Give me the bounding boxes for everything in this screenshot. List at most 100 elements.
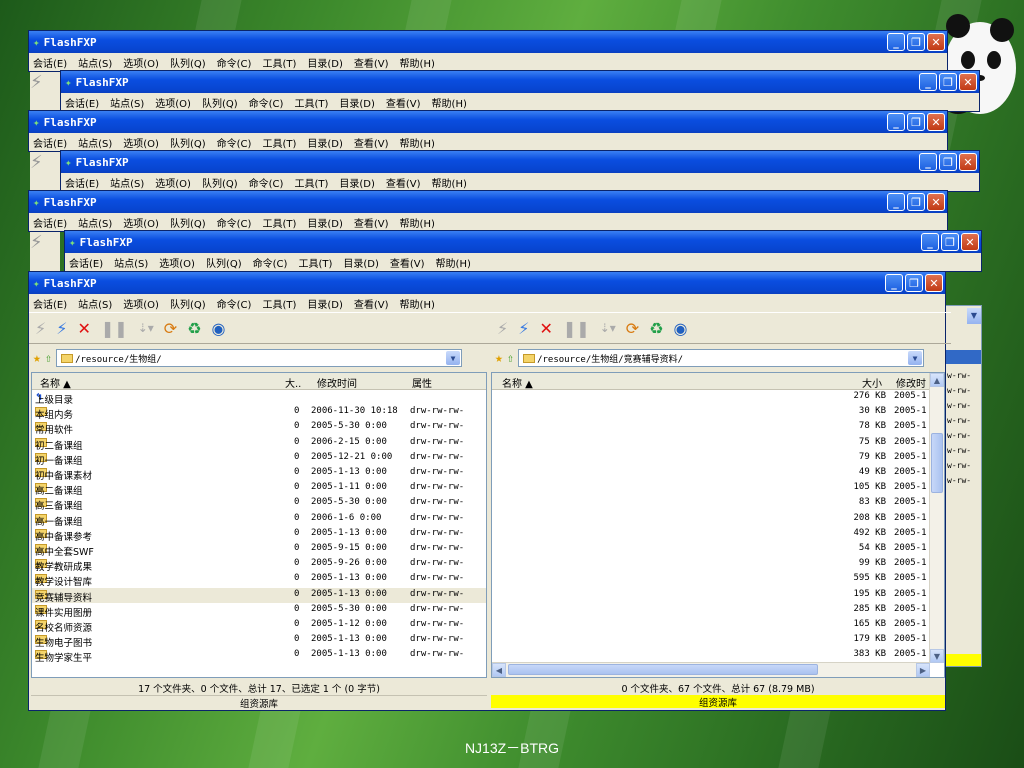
menu-item[interactable]: 命令(C) [217, 296, 252, 311]
menu-item[interactable]: 帮助(H) [432, 95, 467, 110]
table-row[interactable]: 教学教研成果 0 2005-9-26 0:00 drw-rw-rw- [32, 557, 486, 573]
table-row[interactable]: 生物竞赛辅导与练习第二章：生命的物质基础.zip99 KB2005-1 [492, 557, 944, 572]
restore-button[interactable]: ❐ [907, 193, 925, 211]
window-titlebar[interactable]: ✦ FlashFXP _ ❐ ✕ [29, 272, 945, 294]
table-row[interactable]: 高中备课参考 0 2005-1-13 0:00 drw-rw-rw- [32, 527, 486, 543]
table-row[interactable]: 高中全套SWF 0 2005-9-15 0:00 drw-rw-rw- [32, 542, 486, 558]
sync-icon[interactable]: ♻ [187, 319, 201, 338]
table-row[interactable]: 生物竞赛辅导每周一练(06).rar79 KB2005-1 [492, 451, 944, 466]
menu-item[interactable]: 帮助(H) [400, 296, 435, 311]
minimize-button[interactable]: _ [887, 113, 905, 131]
menu-item[interactable]: 会话(E) [33, 135, 67, 150]
window-titlebar[interactable]: ✦ FlashFXP _ ❐ ✕ [29, 191, 947, 213]
restore-button[interactable]: ❐ [941, 233, 959, 251]
connect-icon[interactable]: ⚡ [30, 232, 60, 272]
close-button[interactable]: ✕ [927, 33, 945, 51]
menu-item[interactable]: 队列(Q) [170, 296, 206, 311]
scroll-right-icon[interactable]: ▶ [916, 663, 930, 677]
table-row[interactable]: 生物竞赛辅导与练习第三章：生命的基本单位细胞.zip165 KB2005-1 [492, 618, 944, 633]
table-row[interactable]: 生物竞赛辅导每周一练(05).rar75 KB2005-1 [492, 436, 944, 451]
column-name[interactable]: 名称 ▲ [40, 375, 71, 390]
table-row[interactable]: 生物竞赛辅导与练习第九章：生物的多样性.zip595 KB2005-1 [492, 572, 944, 587]
restore-button[interactable]: ❐ [939, 73, 957, 91]
connect-icon[interactable]: ⚡ [30, 152, 60, 192]
menu-item[interactable]: 会话(E) [69, 255, 103, 270]
chevron-down-icon[interactable]: ▼ [446, 351, 461, 365]
table-row[interactable]: 生物竞赛辅导与练习第六章：生物的生殖和发育.zip195 KB2005-1 [492, 588, 944, 603]
menu-item[interactable]: 目录(D) [307, 135, 343, 150]
close-button[interactable]: ✕ [927, 113, 945, 131]
close-button[interactable]: ✕ [959, 153, 977, 171]
table-row[interactable]: 生物竞赛辅导每周一练(02).rar276 KB2005-1 [492, 390, 944, 405]
window-titlebar[interactable]: ✦ FlashFXP _ ❐ ✕ [29, 31, 947, 53]
menu-item[interactable]: 会话(E) [33, 296, 67, 311]
column-attributes[interactable]: 属性 [412, 375, 432, 390]
favorites-star-icon[interactable]: ★ [495, 351, 503, 366]
chevron-down-icon[interactable]: ▼ [908, 351, 923, 365]
table-row[interactable]: 常用软件 0 2005-5-30 0:00 drw-rw-rw- [32, 420, 486, 436]
menu-item[interactable]: 站点(S) [110, 95, 144, 110]
local-file-list[interactable]: 名称 ▲ 大.. 修改时间 属性 ↰ 上级目录 本组内务 0 2006-11-30 10… [31, 372, 487, 678]
minimize-button[interactable]: _ [919, 73, 937, 91]
restore-button[interactable]: ❐ [907, 33, 925, 51]
table-row[interactable]: 生物竞赛辅导每周一练(08).rar105 KB2005-1 [492, 481, 944, 496]
menu-item[interactable]: 查看(V) [386, 95, 421, 110]
menu-item[interactable]: 会话(E) [33, 55, 67, 70]
menu-item[interactable]: 站点(S) [78, 135, 112, 150]
menu-item[interactable]: 命令(C) [253, 255, 288, 270]
background-window[interactable]: ✦ FlashFXP _ ❐ ✕ 会话(E) 站点(S) 选项(O) 队列(Q) 命令(C) 工… [28, 190, 948, 232]
menu-item[interactable]: 目录(D) [307, 55, 343, 70]
menu-item[interactable]: 队列(Q) [202, 175, 238, 190]
table-row[interactable]: 生物竞赛辅导每周一练(03).rar30 KB2005-1 [492, 405, 944, 420]
pause-icon[interactable]: ❚❚ [563, 319, 590, 338]
menu-item[interactable]: 目录(D) [307, 215, 343, 230]
column-modified[interactable]: 修改时间 [317, 375, 357, 390]
menu-item[interactable]: 工具(T) [262, 296, 296, 311]
right-path-input[interactable]: /resource/生物组/竞赛辅导资料/ ▼ [518, 349, 925, 367]
menu-item[interactable]: 工具(T) [298, 255, 332, 270]
horizontal-scrollbar[interactable]: ◀ ▶ [492, 662, 930, 677]
table-row[interactable]: 高二备课组 0 2005-1-11 0:00 drw-rw-rw- [32, 481, 486, 497]
table-row[interactable]: 教学设计智库 0 2005-1-13 0:00 drw-rw-rw- [32, 572, 486, 588]
menu-item[interactable]: 选项(O) [123, 135, 159, 150]
menu-item[interactable]: 帮助(H) [400, 55, 435, 70]
menu-item[interactable]: 工具(T) [262, 215, 296, 230]
refresh-folder-icon[interactable]: ⟳ [626, 319, 639, 338]
quick-connect-icon[interactable]: ⚡ [518, 319, 529, 338]
menu-item[interactable]: 帮助(H) [432, 175, 467, 190]
menu-item[interactable]: 查看(V) [354, 55, 389, 70]
parent-folder-icon[interactable]: ⇧ [507, 351, 514, 365]
table-row[interactable]: 生物竞赛辅导与练习第十二章：科学实验的一般原理和方法.zip179 KB2005… [492, 633, 944, 648]
menu-item[interactable]: 目录(D) [339, 95, 375, 110]
menu-item[interactable]: 站点(S) [78, 215, 112, 230]
menu-item[interactable]: 帮助(H) [436, 255, 471, 270]
menu-item[interactable]: 站点(S) [78, 55, 112, 70]
minimize-button[interactable]: _ [885, 274, 903, 292]
menu-item[interactable]: 站点(S) [114, 255, 148, 270]
minimize-button[interactable]: _ [887, 193, 905, 211]
menu-item[interactable]: 查看(V) [386, 175, 421, 190]
quick-connect-icon[interactable]: ⚡ [56, 319, 67, 338]
menu-item[interactable]: 队列(Q) [170, 215, 206, 230]
minimize-button[interactable]: _ [887, 33, 905, 51]
menu-item[interactable]: 目录(D) [339, 175, 375, 190]
menu-item[interactable]: 站点(S) [110, 175, 144, 190]
favorites-star-icon[interactable]: ★ [33, 351, 41, 366]
close-button[interactable]: ✕ [927, 193, 945, 211]
background-window[interactable]: ✦ FlashFXP _ ❐ ✕ 会话(E) 站点(S) 选项(O) 队列(Q) 命令(C) 工… [64, 230, 982, 272]
connect-icon[interactable]: ⚡ [35, 319, 46, 338]
table-row[interactable]: 高一备课组 0 2006-1-6 0:00 drw-rw-rw- [32, 512, 486, 528]
connect-icon[interactable]: ⚡ [30, 72, 60, 112]
table-row[interactable]: 生物电子图书 0 2005-1-13 0:00 drw-rw-rw- [32, 633, 486, 649]
disconnect-icon[interactable]: ✕ [539, 319, 552, 338]
connect-icon[interactable]: ⚡ [497, 319, 508, 338]
menu-item[interactable]: 查看(V) [354, 296, 389, 311]
menu-item[interactable]: 队列(Q) [170, 55, 206, 70]
background-window[interactable]: ✦ FlashFXP _ ❐ ✕ 会话(E) 站点(S) 选项(O) 队列(Q) 命令(C) 工… [60, 150, 980, 192]
column-modified[interactable]: 修改时 [896, 375, 926, 390]
menu-item[interactable]: 查看(V) [390, 255, 425, 270]
vertical-scrollbar[interactable]: ▲ ▼ [929, 373, 944, 663]
menu-item[interactable]: 命令(C) [217, 135, 252, 150]
menu-item[interactable]: 选项(O) [123, 296, 159, 311]
menu-item[interactable]: 帮助(H) [400, 135, 435, 150]
